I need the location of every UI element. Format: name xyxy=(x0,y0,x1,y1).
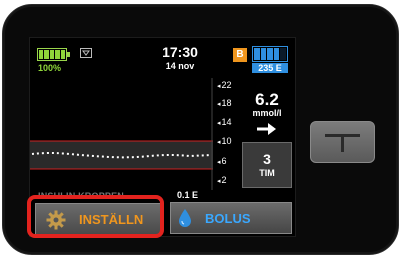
battery-tip xyxy=(67,52,70,57)
battery-icon xyxy=(37,48,67,61)
settings-highlight xyxy=(27,195,164,238)
glucose-graph xyxy=(30,78,213,190)
glucose-unit: mmol/l xyxy=(252,108,282,118)
battery-percent: 100% xyxy=(38,63,62,73)
scale-label: 14 xyxy=(217,117,232,127)
clock-time: 17:30 xyxy=(162,44,198,60)
bolus-label: BOLUS xyxy=(205,211,251,226)
scale-label: 10 xyxy=(217,136,232,146)
timespan-value: 3 xyxy=(263,151,271,167)
clock-date: 14 nov xyxy=(165,61,195,71)
glucose-scale: 22 18 14 10 6 2 xyxy=(215,78,237,190)
scale-label: 22 xyxy=(217,80,232,90)
iob-value: 0.1 E xyxy=(177,190,199,200)
arrow-right-icon xyxy=(257,123,276,135)
glucose-value: 6.2 xyxy=(255,90,279,109)
home-button[interactable] xyxy=(310,121,375,163)
t-logo-icon xyxy=(325,134,360,152)
scale-label: 2 xyxy=(217,175,227,185)
graph-timespan-button[interactable]: 3 TIM xyxy=(242,142,292,188)
signal-icon xyxy=(80,48,92,58)
bolus-status-badge: B xyxy=(233,48,247,62)
scale-label: 6 xyxy=(217,156,227,166)
drop-icon xyxy=(179,209,191,227)
bolus-button[interactable]: BOLUS xyxy=(170,202,292,234)
insulin-remaining: 235 E xyxy=(252,63,288,73)
insulin-level-icon xyxy=(252,46,288,62)
timespan-unit: TIM xyxy=(259,168,275,178)
scale-label: 18 xyxy=(217,98,232,108)
